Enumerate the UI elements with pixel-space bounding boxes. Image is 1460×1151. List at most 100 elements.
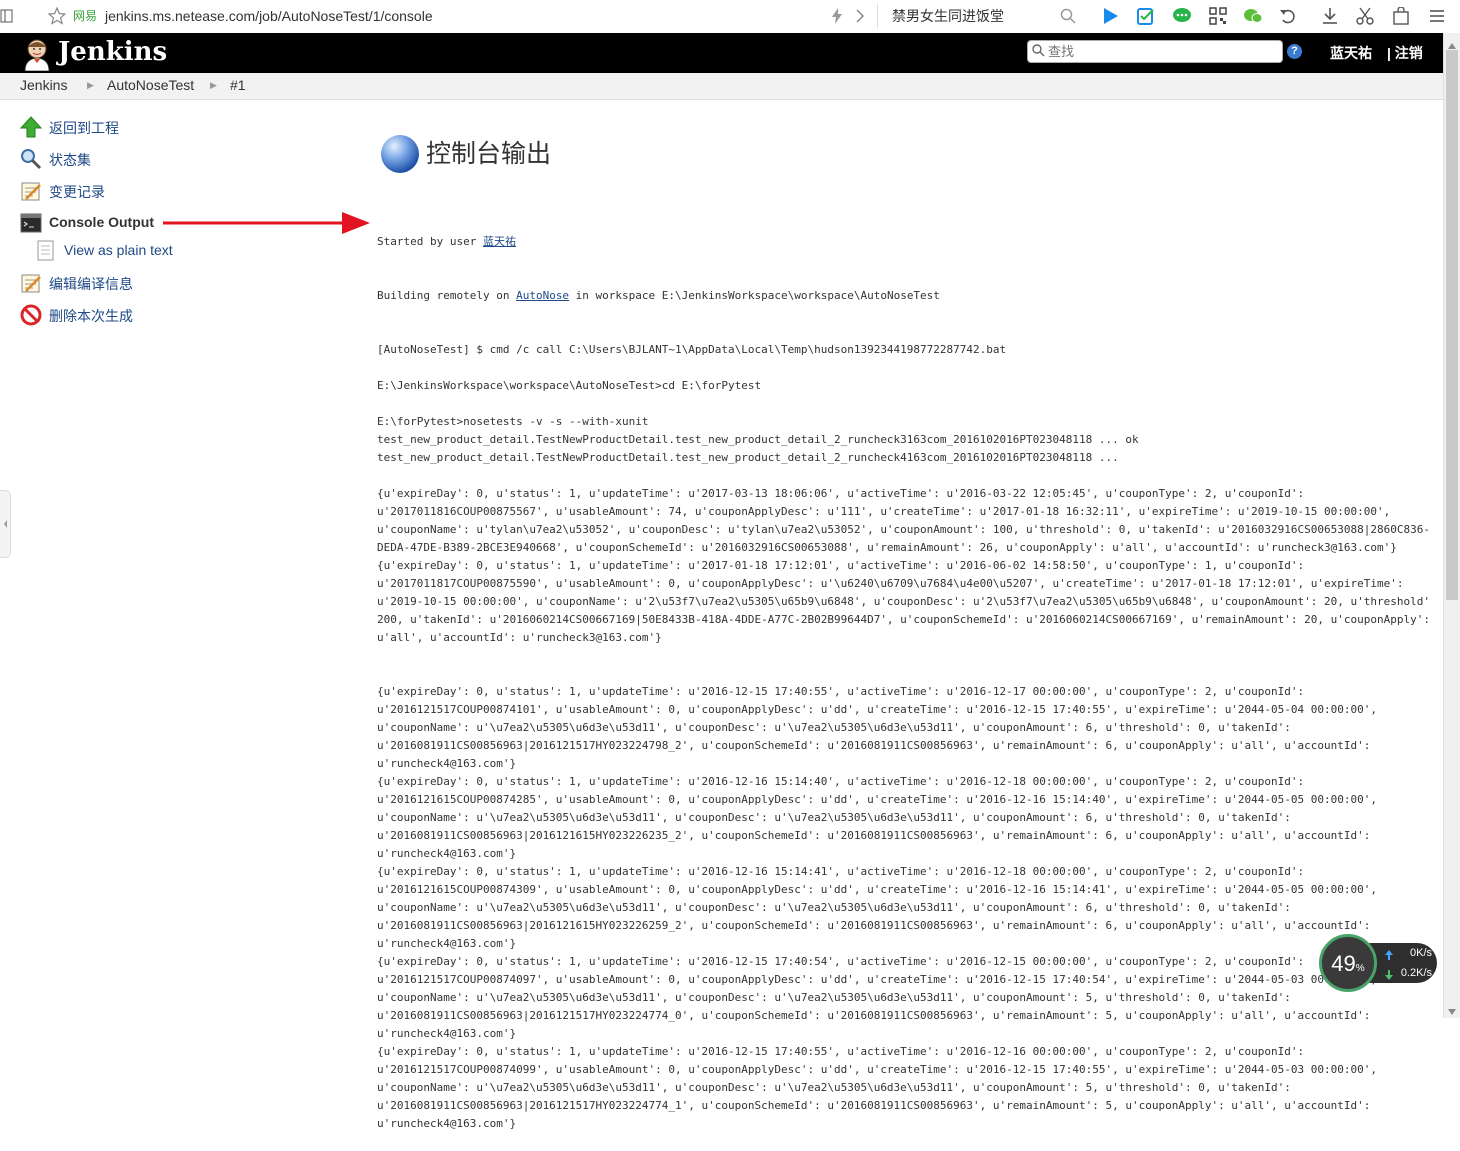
console-line: 200, u'takenId': u'2016060214CS00667169|…	[377, 613, 1429, 626]
console-line: DEDA-47DE-B389-2BCE3E940668', u'couponSc…	[377, 541, 1397, 554]
console-line: u'all', u'accountId': u'runcheck3@163.co…	[377, 631, 662, 644]
sidebar-toggle-icon[interactable]	[0, 6, 14, 26]
terminal-icon	[20, 212, 42, 234]
undo-icon[interactable]	[1278, 6, 1298, 26]
console-line: u'2016081911CS00856963|2016121517HY02322…	[377, 1099, 1371, 1112]
task-label[interactable]: 编辑编译信息	[49, 274, 133, 294]
download-icon[interactable]	[1320, 6, 1340, 26]
user-link[interactable]: 蓝天祐	[1330, 33, 1372, 73]
console-line: E:\JenkinsWorkspace\workspace\AutoNoseTe…	[377, 379, 762, 392]
console-line: Building remotely on AutoNose in workspa…	[377, 287, 1429, 305]
jenkins-logo-icon[interactable]	[20, 37, 54, 72]
console-line: u'couponName': u'\u7ea2\u5305\u6d3e\u53d…	[377, 991, 1291, 1004]
menu-icon[interactable]	[1427, 6, 1447, 26]
console-line: u'couponName': u'tylan\u7ea2\u53052', u'…	[377, 523, 1429, 536]
address-bar-url[interactable]: jenkins.ms.netease.com/job/AutoNoseTest/…	[105, 0, 433, 33]
wechat-icon[interactable]	[1243, 6, 1263, 26]
console-line: {u'expireDay': 0, u'status': 1, u'update…	[377, 487, 1305, 500]
console-line: u'2016081911CS00856963|2016121615HY02322…	[377, 829, 1371, 842]
notepad-icon	[20, 272, 42, 294]
started-by-user-link[interactable]: 蓝天祐	[483, 235, 516, 248]
console-line: u'couponName': u'\u7ea2\u5305\u6d3e\u53d…	[377, 1081, 1291, 1094]
console-ball-icon	[381, 135, 419, 173]
scroll-thumb[interactable]	[1446, 50, 1458, 600]
magnifier-icon	[20, 148, 42, 170]
page-scrollbar[interactable]	[1443, 33, 1460, 1018]
chevron-right-icon[interactable]	[850, 6, 870, 26]
console-line: u'2016121615COUP00874285', u'usableAmoun…	[377, 793, 1378, 806]
site-label: 网易	[73, 9, 98, 23]
console-line: {u'expireDay': 0, u'status': 1, u'update…	[377, 559, 1305, 572]
console-line: u'runcheck4@163.com'}	[377, 937, 517, 950]
logout-link[interactable]: | 注销	[1387, 33, 1423, 73]
console-line: u'2017011816COUP00875567', u'usableAmoun…	[377, 505, 1391, 518]
console-line: u'2016121517COUP00874097', u'usableAmoun…	[377, 973, 1378, 986]
search-icon	[1032, 44, 1045, 60]
console-line: u'couponName': u'\u7ea2\u5305\u6d3e\u53d…	[377, 721, 1291, 734]
network-speed-widget[interactable]: 0K/s 0.2K/s 49%	[1319, 934, 1437, 992]
chat-icon[interactable]	[1172, 6, 1192, 26]
console-line: [AutoNoseTest] $ cmd /c call C:\Users\BJ…	[377, 343, 1007, 356]
console-line: {u'expireDay': 0, u'status': 1, u'update…	[377, 775, 1305, 788]
page-title: 控制台输出	[426, 139, 552, 168]
memory-percent-unit: %	[1355, 963, 1365, 974]
task-label[interactable]: Console Output	[49, 214, 154, 230]
sidebar-handle[interactable]	[0, 490, 11, 558]
qr-code-icon[interactable]	[1208, 6, 1228, 26]
console-line: Started by user 蓝天祐	[377, 233, 1429, 251]
breadcrumb-item-job[interactable]: AutoNoseTest	[107, 73, 194, 98]
memory-percent: 49%	[1322, 951, 1374, 977]
console-line: u'couponName': u'\u7ea2\u5305\u6d3e\u53d…	[377, 811, 1291, 824]
console-line: u'2019-10-15 00:00:00', u'couponName': u…	[377, 595, 1429, 608]
breadcrumb-item-jenkins[interactable]: Jenkins	[20, 73, 67, 98]
breadcrumb-item-build[interactable]: #1	[230, 73, 246, 98]
console-line: u'2016121517COUP00874099', u'usableAmoun…	[377, 1063, 1378, 1076]
console-line: u'runcheck4@163.com'}	[377, 847, 517, 860]
building-suffix-text: in workspace E:\JenkinsWorkspace\workspa…	[569, 289, 940, 302]
task-label[interactable]: 状态集	[49, 150, 91, 170]
browser-search-text[interactable]: 禁男女生同进饭堂	[892, 0, 1004, 33]
console-line: test_new_product_detail.TestNewProductDe…	[377, 433, 1139, 446]
divider	[877, 4, 878, 28]
up-arrow-icon	[19, 116, 43, 138]
console-line: u'2016121517COUP00874101', u'usableAmoun…	[377, 703, 1378, 716]
document-icon	[35, 240, 57, 262]
scroll-down-icon[interactable]	[1447, 1003, 1457, 1019]
console-line: E:\forPytest>nosetests -v -s --with-xuni…	[377, 415, 649, 428]
task-label[interactable]: View as plain text	[64, 242, 173, 258]
console-line: {u'expireDay': 0, u'status': 1, u'update…	[377, 1045, 1305, 1058]
no-entry-icon	[20, 304, 42, 326]
memory-usage-circle[interactable]: 49%	[1319, 934, 1377, 992]
console-line: u'2016121615COUP00874309', u'usableAmoun…	[377, 883, 1378, 896]
lightning-icon[interactable]	[827, 6, 847, 26]
help-icon[interactable]: ?	[1287, 44, 1302, 59]
checklist-icon[interactable]	[1136, 6, 1156, 26]
console-output: Started by user 蓝天祐 Building remotely on…	[377, 197, 1429, 1151]
jenkins-brand[interactable]: Jenkins	[58, 33, 167, 71]
star-icon[interactable]	[47, 6, 67, 26]
console-line: {u'expireDay': 0, u'status': 1, u'update…	[377, 955, 1305, 968]
notepad-icon	[20, 180, 42, 202]
task-label[interactable]: 变更记录	[49, 182, 105, 202]
play-icon[interactable]	[1100, 6, 1120, 26]
console-line: u'2016081911CS00856963|2016121517HY02322…	[377, 1009, 1371, 1022]
console-line: u'runcheck4@163.com'}	[377, 757, 517, 770]
console-line: {u'expireDay': 0, u'status': 1, u'update…	[377, 865, 1305, 878]
node-link[interactable]: AutoNose	[516, 289, 569, 302]
breadcrumb: Jenkins ▶ AutoNoseTest ▶ #1	[0, 73, 1443, 100]
console-line: u'couponName': u'\u7ea2\u5305\u6d3e\u53d…	[377, 901, 1291, 914]
search-input[interactable]	[1048, 42, 1276, 60]
search-icon[interactable]	[1058, 6, 1078, 26]
search-box[interactable]	[1027, 40, 1283, 63]
console-line: u'runcheck4@163.com'}	[377, 1027, 517, 1040]
task-label[interactable]: 删除本次生成	[49, 306, 133, 326]
task-label[interactable]: 返回到工程	[49, 118, 119, 138]
building-prefix-text: Building remotely on	[377, 289, 517, 302]
started-by-text: Started by user	[377, 235, 483, 248]
bag-icon[interactable]	[1391, 6, 1411, 26]
scissors-icon[interactable]	[1355, 6, 1375, 26]
console-line: test_new_product_detail.TestNewProductDe…	[377, 451, 1119, 464]
